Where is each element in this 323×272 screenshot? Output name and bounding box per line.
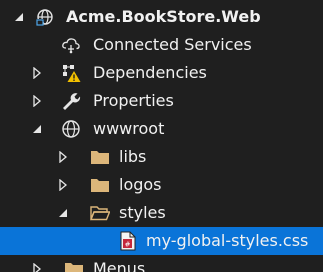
dependencies-warning-icon xyxy=(61,63,81,83)
expanded-arrow-icon[interactable] xyxy=(30,122,44,136)
web-project-icon xyxy=(35,7,55,27)
tree-item-label: Properties xyxy=(93,91,174,110)
tree-node-my-global-styles-css[interactable]: # my-global-styles.css xyxy=(0,227,323,255)
tree-node-wwwroot[interactable]: wwwroot xyxy=(0,115,323,143)
folder-open-icon xyxy=(90,203,110,223)
collapsed-arrow-icon[interactable] xyxy=(56,178,70,192)
svg-text:#: # xyxy=(125,241,131,249)
tree-node-properties[interactable]: Properties xyxy=(0,87,323,115)
tree-node-project[interactable]: Acme.BookStore.Web xyxy=(0,3,323,31)
connected-services-icon xyxy=(61,35,81,55)
tree-node-libs[interactable]: libs xyxy=(0,143,323,171)
css-file-icon: # xyxy=(118,231,138,251)
tree-item-label: logos xyxy=(119,175,162,194)
tree-item-label: Menus xyxy=(93,259,146,272)
tree-item-label: Connected Services xyxy=(93,35,252,54)
collapsed-arrow-icon[interactable] xyxy=(30,262,44,272)
collapsed-arrow-icon[interactable] xyxy=(30,94,44,108)
solution-explorer-tree: Acme.BookStore.Web Connected Services De… xyxy=(0,0,323,272)
tree-node-logos[interactable]: logos xyxy=(0,171,323,199)
folder-icon xyxy=(64,259,84,272)
expanded-arrow-icon[interactable] xyxy=(56,206,70,220)
tree-item-label: Dependencies xyxy=(93,63,207,82)
folder-icon xyxy=(90,147,110,167)
tree-node-dependencies[interactable]: Dependencies xyxy=(0,59,323,87)
collapsed-arrow-icon[interactable] xyxy=(30,66,44,80)
tree-node-connected-services[interactable]: Connected Services xyxy=(0,31,323,59)
project-label: Acme.BookStore.Web xyxy=(66,7,261,26)
expanded-arrow-icon[interactable] xyxy=(12,10,26,24)
tree-item-label: my-global-styles.css xyxy=(146,231,309,250)
tree-item-label: wwwroot xyxy=(93,119,165,138)
tree-item-label: styles xyxy=(119,203,166,222)
wrench-icon xyxy=(61,91,81,111)
folder-icon xyxy=(90,175,110,195)
globe-icon xyxy=(61,119,81,139)
collapsed-arrow-icon[interactable] xyxy=(56,150,70,164)
tree-node-menus[interactable]: Menus xyxy=(0,255,323,272)
tree-node-styles[interactable]: styles xyxy=(0,199,323,227)
tree-item-label: libs xyxy=(119,147,147,166)
